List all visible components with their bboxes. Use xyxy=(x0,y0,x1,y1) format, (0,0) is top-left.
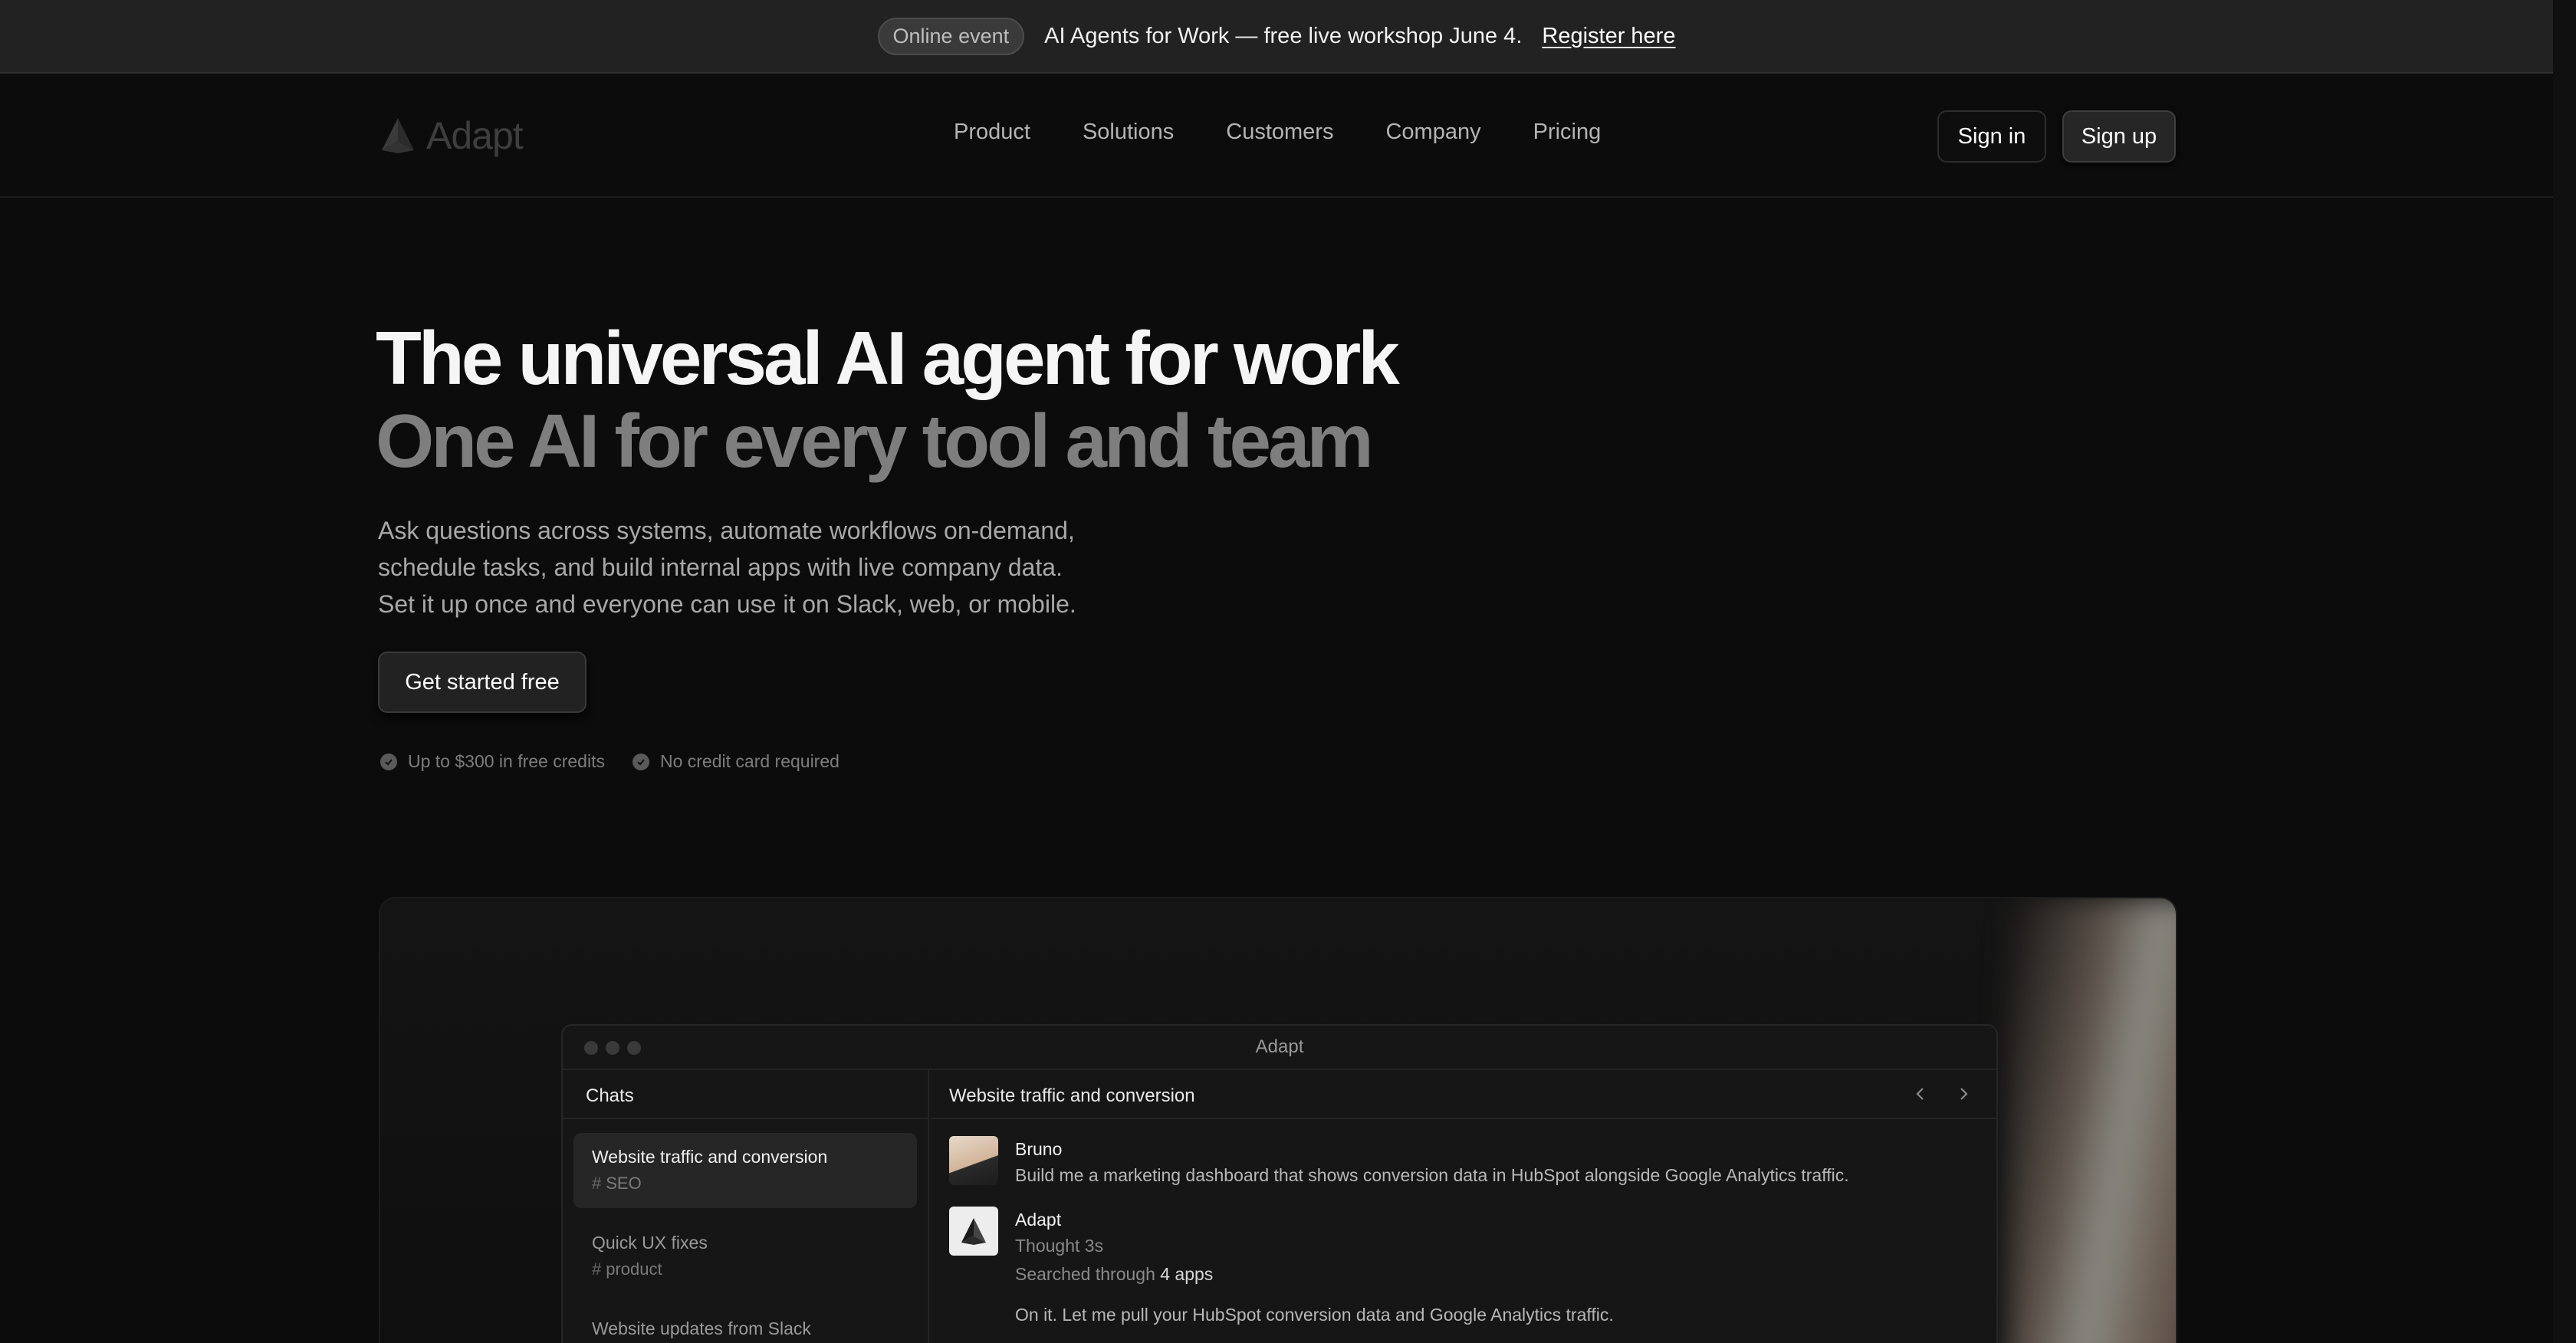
conversation-nav xyxy=(1912,1084,1972,1104)
hero-subtitle: One AI for every tool and team xyxy=(376,399,1374,483)
chevron-right-icon[interactable] xyxy=(1955,1084,1972,1104)
perks-list: Up to $300 in free credits No credit car… xyxy=(380,751,840,772)
adapt-avatar xyxy=(949,1207,998,1256)
sidebar-title: Chats xyxy=(563,1070,928,1119)
chat-item-website-updates[interactable]: Website updates from Slack xyxy=(573,1305,917,1343)
adapt-logo-icon xyxy=(382,118,414,153)
perk-item: Up to $300 in free credits xyxy=(380,751,605,772)
logo-text: Adapt xyxy=(426,114,524,157)
site-header: Adapt Product Solutions Customers Compan… xyxy=(0,75,2553,198)
conversation-header: Website traffic and conversion xyxy=(931,1070,1996,1119)
avatar xyxy=(949,1136,998,1185)
nav-product[interactable]: Product xyxy=(954,120,1030,145)
check-circle-icon xyxy=(632,753,649,770)
chat-tag: # product xyxy=(592,1259,662,1279)
hero-description: Ask questions across systems, automate w… xyxy=(378,512,1145,622)
main-nav: Product Solutions Customers Company Pric… xyxy=(954,120,1601,145)
thought-duration: Thought 3s xyxy=(1015,1236,1104,1256)
hero-description-line: Set it up once and everyone can use it o… xyxy=(378,590,1076,618)
chat-title: Website updates from Slack xyxy=(592,1318,811,1338)
scrollbar-track[interactable] xyxy=(2553,0,2576,1343)
window-title: Adapt xyxy=(1255,1036,1304,1057)
get-started-button[interactable]: Get started free xyxy=(378,652,586,713)
message-author: Adapt xyxy=(1015,1210,1062,1230)
chat-title: Website traffic and conversion xyxy=(592,1147,828,1167)
hero-title: The universal AI agent for work xyxy=(376,316,1400,400)
nav-solutions[interactable]: Solutions xyxy=(1083,120,1174,145)
message-text: Build me a marketing dashboard that show… xyxy=(1015,1165,1849,1185)
nav-pricing[interactable]: Pricing xyxy=(1533,120,1602,145)
conversation-title: Website traffic and conversion xyxy=(949,1085,1195,1106)
message-author: Bruno xyxy=(1015,1139,1063,1159)
perk-item: No credit card required xyxy=(632,751,840,772)
message-text: On it. Let me pull your HubSpot conversi… xyxy=(1015,1305,1614,1325)
nav-company[interactable]: Company xyxy=(1385,120,1480,145)
nav-customers[interactable]: Customers xyxy=(1226,120,1333,145)
message-user: Bruno Build me a marketing dashboard tha… xyxy=(949,1136,1849,1188)
hero-description-line: schedule tasks, and build internal apps … xyxy=(378,553,1063,581)
logo[interactable]: Adapt xyxy=(377,113,524,158)
conversation-pane: Website traffic and conversion Bruno Bui… xyxy=(931,1070,1996,1343)
register-link[interactable]: Register here xyxy=(1542,24,1675,49)
product-preview: Adapt Chats Website traffic and conversi… xyxy=(379,897,2177,1343)
announcement-bar: Online event AI Agents for Work — free l… xyxy=(0,0,2553,74)
chats-sidebar: Chats Website traffic and conversion # SE… xyxy=(563,1070,929,1343)
chat-item-website-traffic[interactable]: Website traffic and conversion # SEO xyxy=(573,1133,917,1208)
chat-tag: # SEO xyxy=(592,1174,642,1193)
perk-label: No credit card required xyxy=(659,751,840,771)
announcement-text: AI Agents for Work — free live workshop … xyxy=(1044,23,1523,48)
chat-title: Quick UX fixes xyxy=(592,1233,708,1253)
event-badge: Online event xyxy=(877,17,1025,55)
chevron-left-icon[interactable] xyxy=(1912,1084,1929,1104)
check-circle-icon xyxy=(380,753,397,770)
sign-up-button[interactable]: Sign up xyxy=(2062,110,2176,163)
message-assistant: Adapt Thought 3s Searched through 4 apps… xyxy=(949,1207,1614,1328)
adapt-logo-icon xyxy=(961,1218,986,1245)
perk-label: Up to $300 in free credits xyxy=(408,751,605,771)
window-titlebar: Adapt xyxy=(563,1026,1996,1070)
searched-apps[interactable]: Searched through 4 apps xyxy=(1015,1259,1614,1289)
chat-item-ux-fixes[interactable]: Quick UX fixes # product xyxy=(573,1219,917,1294)
app-window: Adapt Chats Website traffic and conversi… xyxy=(561,1024,1998,1343)
sign-in-button[interactable]: Sign in xyxy=(1937,110,2046,163)
preview-glow xyxy=(2007,898,2176,1343)
hero-description-line: Ask questions across systems, automate w… xyxy=(378,517,1075,544)
